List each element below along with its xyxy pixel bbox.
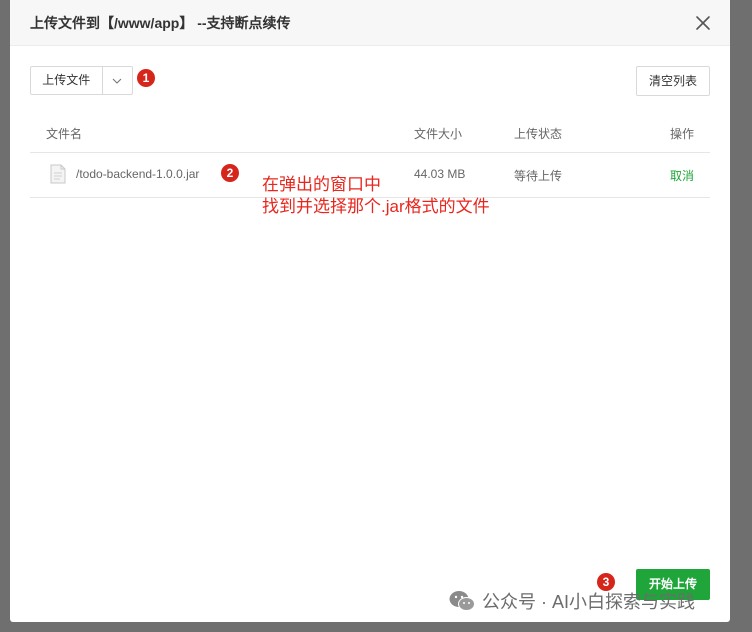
dialog-title: 上传文件到【/www/app】 --支持断点续传 — [30, 15, 291, 31]
annotation-line-1: 在弹出的窗口中 — [262, 175, 381, 194]
clear-list-button[interactable]: 清空列表 — [636, 66, 710, 96]
column-header-filename: 文件名 — [46, 127, 83, 141]
table-header-divider — [30, 152, 710, 153]
column-header-status: 上传状态 — [514, 127, 563, 141]
file-name: /todo-backend-1.0.0.jar — [76, 167, 200, 181]
dialog-header: 上传文件到【/www/app】 --支持断点续传 — [10, 0, 730, 46]
close-icon[interactable] — [693, 13, 713, 33]
wechat-icon — [449, 591, 475, 611]
column-header-action: 操作 — [670, 127, 695, 141]
column-header-filesize: 文件大小 — [414, 127, 463, 141]
step-badge-1: 1 — [137, 69, 155, 87]
chevron-down-icon — [112, 78, 122, 84]
watermark: 公众号 · AI小白探索与实践 — [448, 588, 695, 614]
upload-file-button[interactable]: 上传文件 — [31, 67, 103, 94]
instruction-annotation: 在弹出的窗口中 找到并选择那个.jar格式的文件 — [262, 174, 490, 218]
upload-split-button: 上传文件 — [30, 66, 133, 95]
step-badge-2: 2 — [221, 164, 239, 182]
upload-dropdown-toggle[interactable] — [103, 67, 132, 94]
upload-status: 等待上传 — [514, 169, 563, 183]
annotation-line-2: 找到并选择那个.jar格式的文件 — [262, 197, 490, 216]
cancel-upload-link[interactable]: 取消 — [670, 167, 694, 184]
file-icon — [50, 164, 66, 184]
upload-dialog: 上传文件到【/www/app】 --支持断点续传 上传文件 1 清空列表 文件名… — [10, 0, 730, 622]
watermark-text: 公众号 · AI小白探索与实践 — [482, 592, 696, 612]
